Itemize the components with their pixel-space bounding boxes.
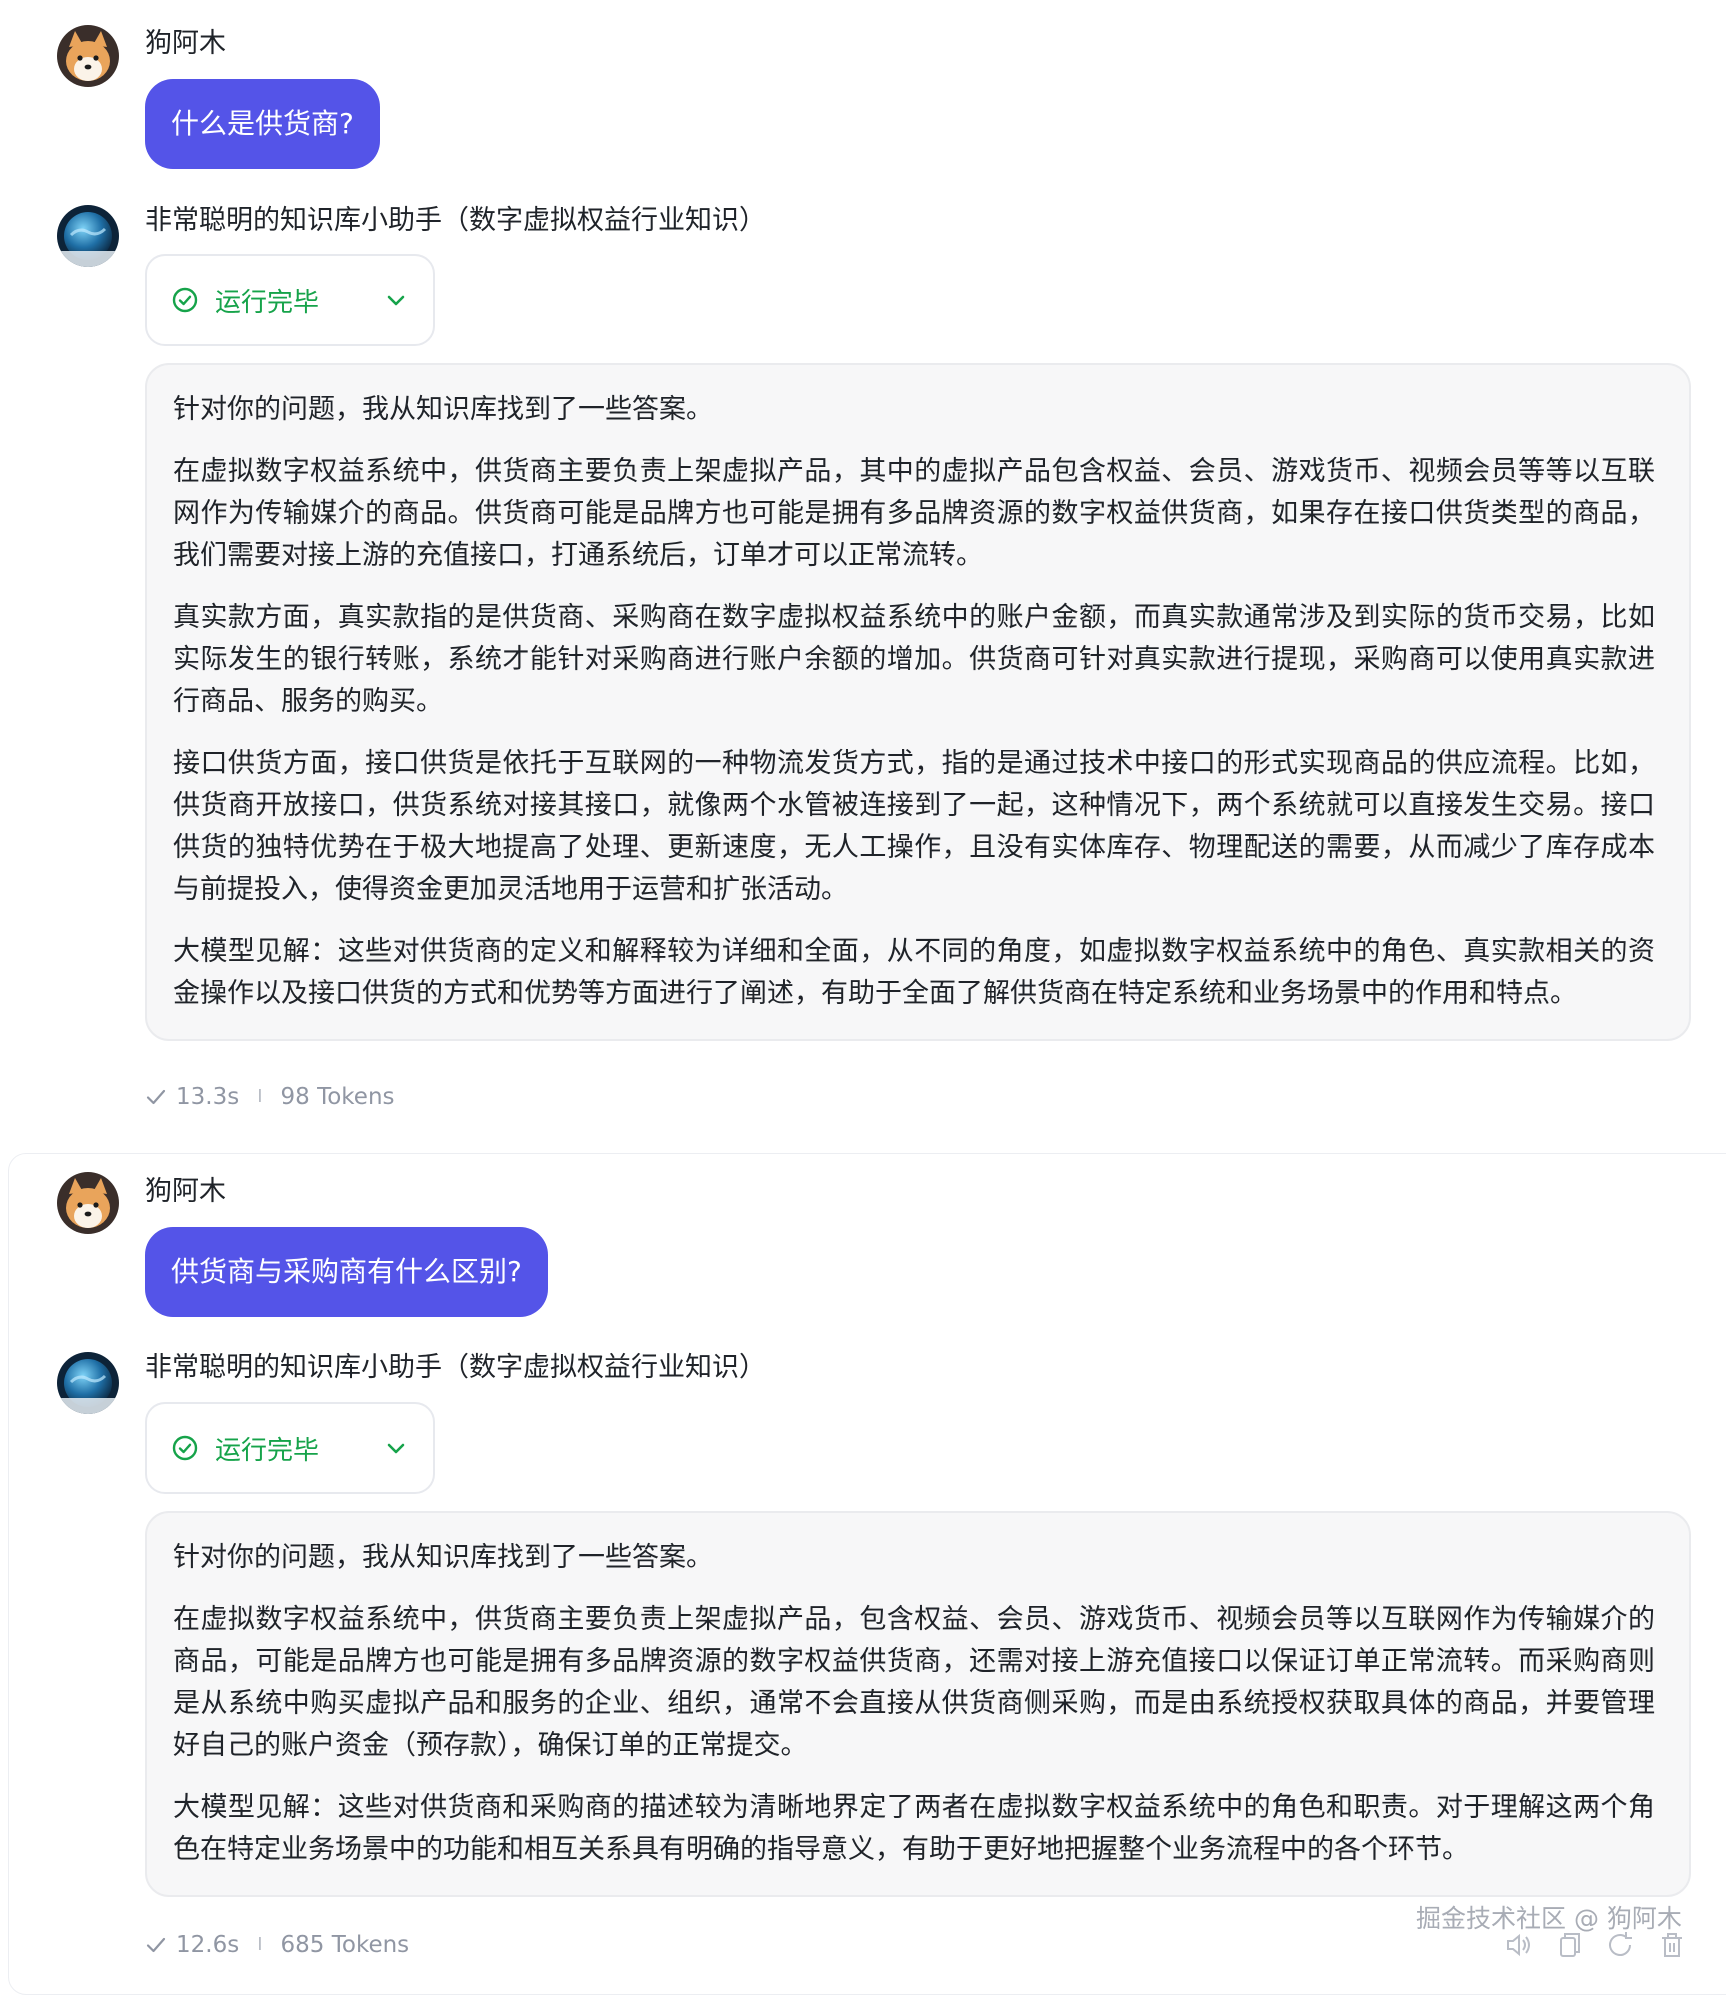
- answer-paragraph: 大模型见解：这些对供货商和采购商的描述较为清晰地界定了两者在虚拟数字权益系统中的…: [173, 1792, 1655, 1865]
- response-tokens: 98 Tokens: [280, 1084, 395, 1110]
- answer-card: 针对你的问题，我从知识库找到了一些答案。 在虚拟数字权益系统中，供货商主要负责上…: [145, 363, 1691, 1041]
- answer-paragraph: 真实款方面，真实款指的是供货商、采购商在数字虚拟权益系统中的账户金额，而真实款通…: [173, 602, 1655, 717]
- answer-paragraph: 在虚拟数字权益系统中，供货商主要负责上架虚拟产品，包含权益、会员、游戏货币、视频…: [173, 1604, 1655, 1761]
- response-duration: 13.3s: [176, 1084, 240, 1110]
- answer-paragraph: 接口供货方面，接口供货是依托于互联网的一种物流发货方式，指的是通过技术中接口的形…: [173, 748, 1655, 905]
- bot-avatar: [57, 205, 119, 267]
- check-circle-icon: [172, 1435, 198, 1461]
- response-meta: 12.6s I 685 Tokens: [145, 1930, 409, 1960]
- chevron-down-icon: [387, 1443, 405, 1454]
- response-meta: 13.3s I 98 Tokens: [145, 1082, 395, 1112]
- answer-paragraph: 针对你的问题，我从知识库找到了一些答案。: [173, 394, 713, 425]
- run-status-toggle[interactable]: 运行完毕: [145, 1402, 435, 1494]
- user-name: 狗阿木: [145, 28, 226, 59]
- run-status-label: 运行完毕: [215, 1435, 320, 1466]
- meta-separator: I: [257, 1934, 263, 1955]
- answer-paragraph: 大模型见解：这些对供货商的定义和解释较为详细和全面，从不同的角度，如虚拟数字权益…: [173, 936, 1655, 1009]
- user-avatar: [57, 1172, 119, 1234]
- user-avatar: [57, 25, 119, 87]
- answer-paragraph: 针对你的问题，我从知识库找到了一些答案。: [173, 1542, 713, 1573]
- checkmark-icon: [146, 1089, 166, 1105]
- user-name: 狗阿木: [145, 1176, 226, 1207]
- shiba-avatar-icon: [57, 1172, 119, 1234]
- checkmark-icon: [146, 1937, 166, 1953]
- check-circle-icon: [172, 287, 198, 313]
- answer-paragraph: 在虚拟数字权益系统中，供货商主要负责上架虚拟产品，其中的虚拟产品包含权益、会员、…: [173, 456, 1655, 571]
- shiba-avatar-icon: [57, 25, 119, 87]
- user-question-bubble: 供货商与采购商有什么区别?: [145, 1227, 548, 1317]
- run-status-toggle[interactable]: 运行完毕: [145, 254, 435, 346]
- bot-name: 非常聪明的知识库小助手（数字虚拟权益行业知识）: [145, 205, 766, 236]
- bot-name: 非常聪明的知识库小助手（数字虚拟权益行业知识）: [145, 1352, 766, 1383]
- bot-avatar: [57, 1352, 119, 1414]
- chevron-down-icon: [387, 295, 405, 306]
- earth-avatar-icon: [57, 1352, 119, 1414]
- user-question-bubble: 什么是供货商?: [145, 79, 380, 169]
- earth-avatar-icon: [57, 205, 119, 267]
- run-status-label: 运行完毕: [215, 287, 320, 318]
- response-duration: 12.6s: [176, 1932, 240, 1958]
- meta-separator: I: [257, 1086, 263, 1107]
- answer-card: 针对你的问题，我从知识库找到了一些答案。 在虚拟数字权益系统中，供货商主要负责上…: [145, 1511, 1691, 1897]
- response-tokens: 685 Tokens: [280, 1932, 410, 1958]
- watermark: 掘金技术社区 @ 狗阿木: [1416, 1904, 1682, 1933]
